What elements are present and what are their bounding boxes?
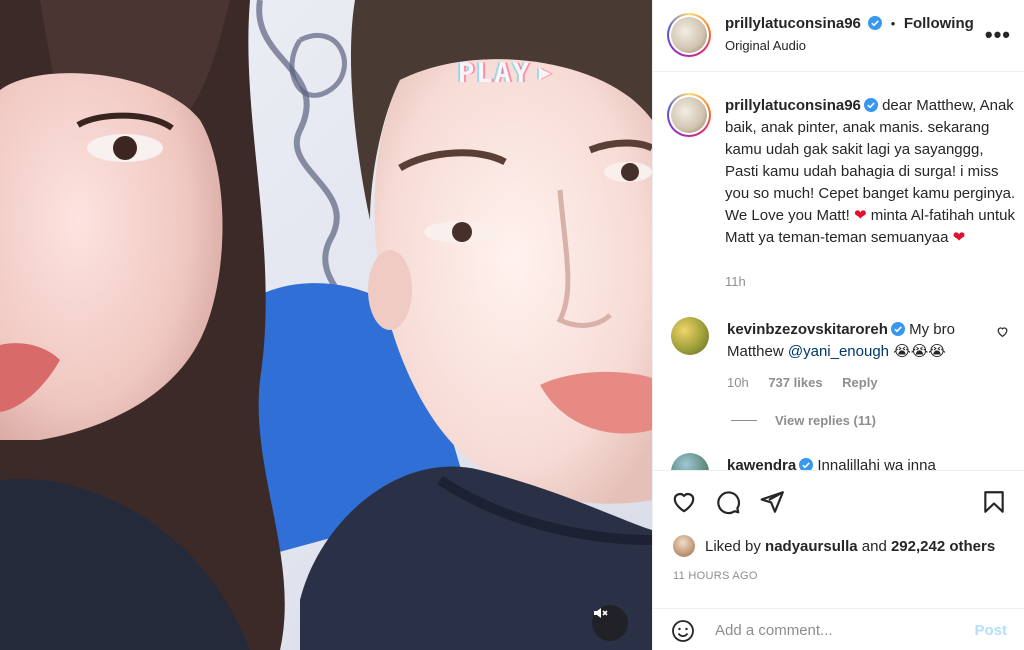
post-side-panel: prillylatuconsina96 • Following Original… — [652, 0, 1024, 650]
author-avatar[interactable] — [667, 13, 711, 57]
post-header: prillylatuconsina96 • Following Original… — [653, 0, 1024, 72]
caption-username[interactable]: prillylatuconsina96 — [725, 97, 861, 114]
mute-toggle-button[interactable] — [592, 605, 628, 641]
verified-badge-icon — [863, 98, 878, 112]
caption-time: 11h — [725, 274, 746, 289]
comment-likes[interactable]: 737 likes — [768, 375, 822, 390]
commenter-avatar[interactable] — [671, 453, 709, 470]
author-line: prillylatuconsina96 • Following — [725, 15, 974, 33]
add-comment-bar: Post — [653, 608, 1024, 650]
play-overlay: PLAY ▶ — [458, 58, 553, 89]
divider-line — [731, 420, 757, 421]
comment-text: kawendra Innalillahi wa inna — [727, 455, 936, 470]
caption-avatar[interactable] — [667, 93, 711, 137]
share-send-icon[interactable] — [759, 489, 785, 515]
commenter-username[interactable]: kevinbzezovskitaroreh — [727, 321, 888, 338]
view-replies-label: View replies (11) — [775, 413, 876, 428]
speaker-muted-icon — [594, 608, 608, 618]
view-replies-button[interactable]: View replies (11) — [731, 413, 876, 428]
liked-by-prefix: Liked by — [705, 537, 761, 555]
likes-summary[interactable]: Liked by nadyaursulla and 292,242 others — [673, 535, 995, 557]
play-triangle-icon: ▶ — [539, 60, 554, 84]
caption: prillylatuconsina96 dear Matthew, Anak b… — [725, 95, 1017, 249]
commenter-avatar[interactable] — [671, 317, 709, 355]
post-timestamp[interactable]: 11 HOURS AGO — [673, 570, 758, 582]
author-username[interactable]: prillylatuconsina96 — [725, 15, 861, 32]
post-button[interactable]: Post — [974, 622, 1007, 639]
more-dots-icon[interactable]: ••• — [985, 22, 1011, 48]
like-heart-icon[interactable] — [671, 489, 697, 515]
likes-count[interactable]: 292,242 others — [891, 538, 995, 555]
post-media[interactable]: PLAY ▶ — [0, 0, 652, 650]
save-bookmark-icon[interactable] — [981, 489, 1007, 515]
reply-button[interactable]: Reply — [842, 375, 877, 390]
liker-avatar — [673, 535, 695, 557]
comment-time: 10h — [727, 375, 749, 390]
comment-input[interactable] — [715, 617, 965, 643]
red-heart-icon: ❤ — [952, 229, 966, 246]
heart-outline-icon[interactable] — [996, 325, 1009, 338]
comment-meta: 10h 737 likes Reply — [727, 375, 894, 390]
following-button[interactable]: Following — [904, 15, 974, 32]
mention-link[interactable]: @yani_enough — [788, 343, 889, 360]
verified-badge-icon — [868, 16, 883, 30]
post-actions: Liked by nadyaursulla and 292,242 others… — [653, 470, 1024, 600]
red-heart-icon: ❤ — [853, 207, 867, 224]
liked-by-user[interactable]: nadyaursulla — [765, 538, 858, 555]
header-separator: • — [890, 16, 896, 31]
comment-text: kevinbzezovskitaroreh My bro Matthew @ya… — [727, 319, 987, 363]
caption-body-1: dear Matthew, Anak baik, anak pinter, an… — [725, 97, 1016, 224]
liked-by-and: and — [861, 537, 887, 555]
commenter-username[interactable]: kawendra — [727, 457, 796, 470]
comment-body: Innalillahi wa inna — [817, 457, 936, 470]
comment-bubble-icon[interactable] — [715, 489, 741, 515]
comments-section[interactable]: prillylatuconsina96 dear Matthew, Anak b… — [653, 73, 1024, 470]
verified-badge-icon — [890, 322, 905, 336]
play-overlay-label: PLAY — [458, 58, 532, 89]
crying-emoji-icon: 😭😭😭 — [893, 343, 946, 360]
video-frame — [0, 0, 652, 650]
audio-label[interactable]: Original Audio — [725, 38, 806, 53]
verified-badge-icon — [799, 458, 814, 470]
emoji-smiley-icon[interactable] — [671, 619, 695, 643]
